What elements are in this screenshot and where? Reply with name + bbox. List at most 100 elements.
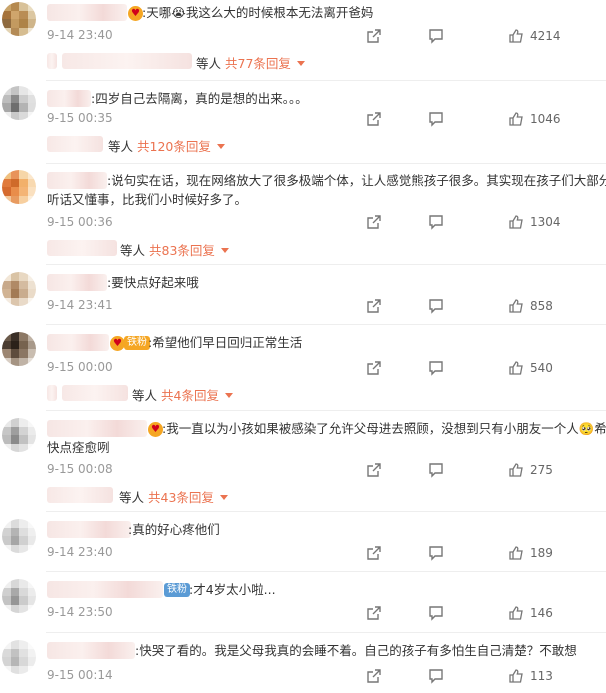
avatar[interactable] — [2, 170, 36, 204]
reply-count-link[interactable]: 共83条回复 — [149, 243, 215, 258]
comment-text-line2: 听话又懂事，比我们小时候好多了。 — [47, 192, 248, 207]
comment-icon — [429, 546, 443, 561]
comment-time: 9-15 00:08 — [47, 462, 113, 476]
comment-actions: 1046 — [366, 110, 606, 130]
share-icon — [367, 669, 381, 683]
comment-text: :我一直以为小孩如果被感染了允许父母进去照顾，没想到只有小朋友一个人🥺希望 — [162, 421, 606, 436]
username-blurred[interactable] — [47, 172, 107, 189]
comment-text-line2: 快点痊愈咧 — [47, 440, 110, 455]
reply-summary[interactable]: 等人 共83条回复 — [120, 240, 229, 259]
reply-count-link[interactable]: 共43条回复 — [148, 490, 214, 505]
comment-icon — [429, 361, 443, 376]
comment-icon — [429, 112, 443, 127]
comment-actions: 275 — [366, 461, 606, 481]
comment-text: :四岁自己去隔离，真的是想的出来。。。 — [91, 91, 308, 106]
caret-down-icon — [296, 61, 305, 66]
comment-actions: 858 — [366, 297, 606, 317]
username-blurred[interactable] — [47, 274, 107, 291]
comment-icon — [429, 669, 443, 684]
vip-badge-icon: ♥ — [128, 6, 143, 21]
caret-down-icon — [220, 248, 229, 253]
share-icon — [367, 606, 381, 620]
fan-badge: 铁粉 — [164, 583, 190, 597]
reply-summary[interactable]: 等人 共77条回复 — [196, 53, 305, 72]
reply-user-blurred — [47, 385, 57, 401]
like-count: 4214 — [530, 29, 561, 43]
like-count: 540 — [530, 361, 553, 375]
share-icon — [367, 215, 381, 229]
reply-count-link[interactable]: 共77条回复 — [225, 56, 291, 71]
comment-time: 9-14 23:41 — [47, 298, 113, 312]
comment-time: 9-15 00:36 — [47, 215, 113, 229]
like-count: 189 — [530, 546, 553, 560]
avatar[interactable] — [2, 272, 36, 306]
avatar[interactable] — [2, 86, 36, 120]
thumbs-up-icon — [509, 112, 523, 126]
reply-user-blurred — [47, 53, 57, 69]
share-icon — [367, 112, 381, 126]
thumbs-up-icon — [509, 669, 523, 683]
comment-text: :才4岁太小啦... — [189, 582, 276, 597]
avatar[interactable] — [2, 332, 36, 366]
comment-time: 9-14 23:50 — [47, 605, 113, 619]
comment-icon — [429, 215, 443, 230]
vip-badge-icon: ♥ — [110, 336, 125, 351]
comment-actions: 146 — [366, 604, 606, 624]
avatar[interactable] — [2, 640, 36, 674]
reply-count-link[interactable]: 共120条回复 — [137, 139, 211, 154]
avatar[interactable] — [2, 519, 36, 553]
reply-user-blurred — [47, 136, 103, 152]
avatar[interactable] — [2, 579, 36, 613]
share-icon — [367, 546, 381, 560]
comment-time: 9-15 00:35 — [47, 111, 113, 125]
reply-user-blurred — [47, 487, 113, 503]
thumbs-up-icon — [509, 606, 523, 620]
comment-time: 9-14 23:40 — [47, 28, 113, 42]
comment-text: :说句实在话，现在网络放大了很多极端个体，让人感觉熊孩子很多。其实现在孩子们大部… — [107, 173, 606, 188]
comment-actions: 4214 — [366, 27, 606, 47]
share-icon — [367, 361, 381, 375]
divider — [46, 163, 606, 164]
reply-summary[interactable]: 等人 共120条回复 — [108, 136, 225, 155]
username-blurred[interactable] — [47, 4, 127, 21]
divider — [46, 410, 606, 411]
vip-badge-icon: ♥ — [148, 422, 163, 437]
username-blurred[interactable] — [47, 90, 91, 107]
username-blurred[interactable] — [47, 642, 135, 659]
username-blurred[interactable] — [47, 334, 109, 351]
comment-actions: 1304 — [366, 213, 606, 233]
reply-summary[interactable]: 等人 共4条回复 — [132, 385, 233, 404]
comment-actions: 540 — [366, 359, 606, 379]
avatar[interactable] — [2, 418, 36, 452]
divider — [46, 324, 606, 325]
divider — [46, 571, 606, 572]
like-count: 275 — [530, 463, 553, 477]
like-count: 858 — [530, 299, 553, 313]
share-icon — [367, 299, 381, 313]
comment-actions: 189 — [366, 544, 606, 564]
divider — [46, 80, 606, 81]
thumbs-up-icon — [509, 215, 523, 229]
comment-actions: 113 — [366, 667, 606, 687]
comment-text: :天哪😭我这么大的时候根本无法离开爸妈 — [142, 5, 374, 20]
share-icon — [367, 29, 381, 43]
divider — [46, 511, 606, 512]
caret-down-icon — [224, 393, 233, 398]
username-blurred[interactable] — [47, 521, 131, 538]
comment-icon — [429, 29, 443, 44]
divider — [46, 264, 606, 265]
reply-count-link[interactable]: 共4条回复 — [161, 388, 219, 403]
thumbs-up-icon — [509, 463, 523, 477]
thumbs-up-icon — [509, 546, 523, 560]
comment-icon — [429, 299, 443, 314]
reply-user-blurred — [47, 240, 117, 256]
username-blurred[interactable] — [47, 581, 163, 598]
divider — [46, 632, 606, 633]
like-count: 146 — [530, 606, 553, 620]
reply-summary[interactable]: 等人 共43条回复 — [119, 487, 228, 506]
avatar[interactable] — [2, 2, 36, 36]
reply-user-blurred — [62, 53, 192, 69]
caret-down-icon — [216, 144, 225, 149]
username-blurred[interactable] — [47, 420, 147, 437]
thumbs-up-icon — [509, 29, 523, 43]
